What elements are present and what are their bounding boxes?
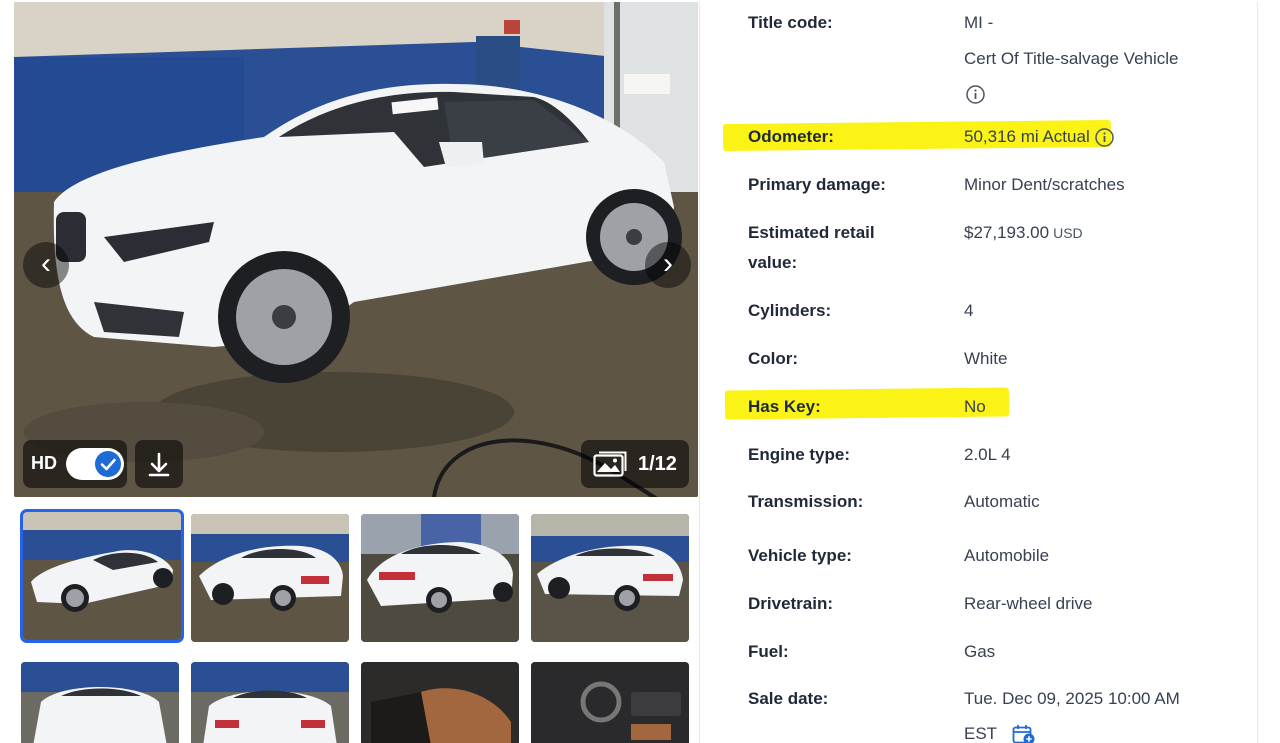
detail-value: Automobile xyxy=(964,546,1050,565)
thumbnail-2[interactable] xyxy=(191,514,349,642)
detail-value: 50,316 mi Actual xyxy=(964,119,1115,155)
detail-label: Vehicle type: xyxy=(748,546,852,565)
previous-photo-button[interactable]: ‹ xyxy=(23,242,69,288)
check-icon xyxy=(95,451,121,477)
thumbnail-6[interactable] xyxy=(191,662,349,743)
retail-value-amount: $27,193.00 xyxy=(964,223,1050,242)
info-icon[interactable] xyxy=(1094,127,1115,148)
photo-counter: 1/12 xyxy=(638,453,677,475)
detail-value: MI - xyxy=(964,13,994,32)
detail-label: Estimated retail value: xyxy=(748,223,875,272)
detail-value: Tue. Dec 09, 2025 10:00 AM xyxy=(964,689,1180,708)
detail-value: $27,193.00 USD xyxy=(964,215,1083,251)
gallery-icon xyxy=(593,451,627,477)
thumbnail-4[interactable] xyxy=(531,514,689,642)
thumbnail-image xyxy=(21,662,179,743)
currency-label: USD xyxy=(1053,225,1083,241)
detail-value: Rear-wheel drive xyxy=(964,594,1093,613)
timezone-label: EST xyxy=(964,724,997,743)
thumbnail-5[interactable] xyxy=(21,662,179,743)
detail-label: Odometer: xyxy=(748,127,834,146)
detail-value: 2.0L 4 xyxy=(964,445,1011,464)
detail-value: White xyxy=(964,349,1008,368)
detail-value: 4 xyxy=(964,301,974,320)
thumbnail-1[interactable] xyxy=(20,509,184,643)
hd-label: HD xyxy=(31,453,57,473)
hd-toggle-switch[interactable] xyxy=(66,448,124,480)
thumbnail-8[interactable] xyxy=(531,662,689,743)
detail-value-line2: EST xyxy=(964,716,1036,743)
detail-label: Primary damage: xyxy=(748,175,886,194)
detail-value: Automatic xyxy=(964,492,1040,511)
thumbnail-image xyxy=(361,514,519,642)
detail-value: No xyxy=(964,397,986,416)
main-vehicle-photo[interactable]: ‹ › HD 1/12 xyxy=(14,2,698,497)
thumbnail-image xyxy=(191,514,349,642)
calendar-add-icon[interactable] xyxy=(1012,724,1036,743)
chevron-left-icon: ‹ xyxy=(41,247,51,280)
info-icon[interactable] xyxy=(965,84,986,105)
detail-label: Sale date: xyxy=(748,689,829,708)
thumbnail-image xyxy=(191,662,349,743)
detail-value: Gas xyxy=(964,642,996,661)
vehicle-listing-page: ‹ › HD 1/12 Title code: MI - Cert Of Tit… xyxy=(0,0,1280,743)
thumbnail-image xyxy=(361,662,519,743)
detail-label: Drivetrain: xyxy=(748,594,834,613)
download-icon xyxy=(148,452,170,477)
thumbnail-image xyxy=(531,514,689,642)
detail-label: Cylinders: xyxy=(748,301,832,320)
photo-counter-button[interactable]: 1/12 xyxy=(581,440,689,488)
detail-label: Title code: xyxy=(748,13,833,32)
thumbnail-image xyxy=(23,512,181,640)
next-photo-button[interactable]: › xyxy=(645,242,691,288)
detail-label: Engine type: xyxy=(748,445,851,464)
thumbnail-7[interactable] xyxy=(361,662,519,743)
detail-label: Transmission: xyxy=(748,492,864,511)
vehicle-details-panel: Title code: MI - Cert Of Title-salvage V… xyxy=(722,2,1258,743)
thumbnail-3[interactable] xyxy=(361,514,519,642)
download-button[interactable] xyxy=(135,440,183,488)
odometer-value: 50,316 mi xyxy=(964,127,1039,146)
hd-toggle-group: HD xyxy=(23,440,127,488)
photo-gallery: ‹ › HD 1/12 xyxy=(14,2,700,743)
detail-label: Fuel: xyxy=(748,642,789,661)
detail-label: Color: xyxy=(748,349,799,368)
thumbnail-image xyxy=(531,662,689,743)
detail-value-line2: Cert Of Title-salvage Vehicle xyxy=(964,49,1179,68)
odometer-suffix: Actual xyxy=(1042,127,1090,146)
detail-label: Has Key: xyxy=(748,397,821,416)
chevron-right-icon: › xyxy=(663,247,673,280)
car-photo-image xyxy=(14,2,698,497)
detail-value: Minor Dent/scratches xyxy=(964,175,1125,194)
